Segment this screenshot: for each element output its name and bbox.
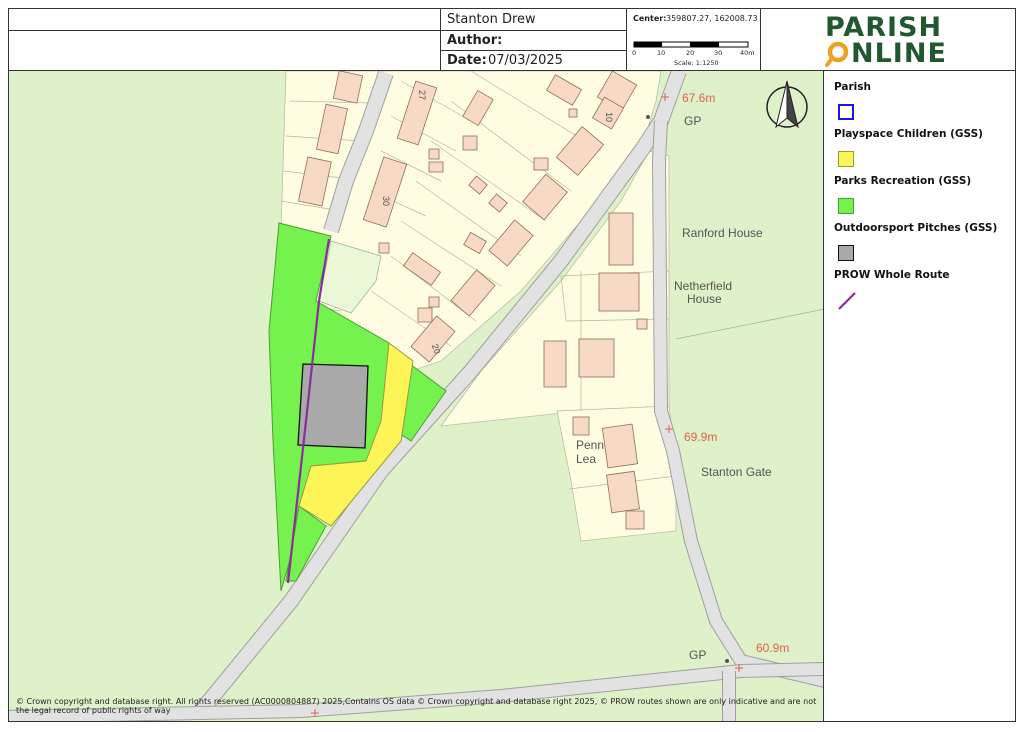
copyright-notice: © Crown copyright and database right. Al…	[16, 697, 817, 715]
outdoorsport-swatch	[838, 245, 854, 261]
scale-tick: 20	[686, 49, 695, 57]
divider	[9, 30, 441, 31]
place-label-netherfield: House	[687, 292, 722, 306]
legend-label-playspace: Playspace Children (GSS)	[834, 128, 983, 140]
blank-title-cell	[9, 9, 441, 70]
parish-online-logo: PARISH NLINE	[821, 11, 961, 69]
date-value: 07/03/2025	[488, 53, 563, 68]
house-number: 27	[417, 90, 427, 100]
center-value: 359807.27, 162008.73	[666, 14, 758, 23]
house-number: 30	[381, 196, 391, 206]
divider	[441, 30, 627, 31]
legend-label-prow: PROW Whole Route	[834, 269, 950, 281]
place-label-stanton-gate: Stanton Gate	[701, 465, 772, 479]
legend-label-parish: Parish	[834, 81, 872, 93]
legend-panel: Parish Playspace Children (GSS) Parks Re…	[823, 70, 1016, 722]
scale-bar	[633, 41, 749, 48]
scale-tick: 40m	[740, 49, 755, 57]
place-label-penn-lea: Lea	[576, 452, 596, 466]
legend-label-outdoorsport: Outdoorsport Pitches (GSS)	[834, 222, 998, 234]
scale-tick: 0	[632, 49, 637, 57]
spot-height-label: 67.6m	[682, 91, 715, 105]
gp-label: GP	[689, 648, 706, 662]
prow-swatch	[838, 292, 856, 310]
magnifier-icon	[825, 41, 849, 67]
date-label: Date:	[447, 53, 487, 68]
gp-label: GP	[684, 114, 701, 128]
legend-label-parks: Parks Recreation (GSS)	[834, 175, 972, 187]
map-header: Stanton Drew Author: Date: 07/03/2025 Ce…	[8, 8, 1016, 71]
map-svg[interactable]: 67.6m GP 10 27 30 20 Ranford House Nethe…	[9, 71, 824, 722]
spot-height-label: 69.9m	[684, 430, 717, 444]
logo-text-bottom: NLINE	[851, 38, 947, 69]
scale-tick: 10	[657, 49, 666, 57]
gp-marker	[646, 115, 650, 119]
author-label: Author:	[447, 33, 503, 48]
place-label-penn-lea: Penn	[576, 438, 604, 452]
place-label-ranford: Ranford House	[682, 226, 763, 240]
center-label: Center:	[633, 14, 667, 23]
site-name: Stanton Drew	[447, 12, 536, 27]
scale-tick: 30	[714, 49, 723, 57]
parish-swatch	[838, 104, 854, 120]
playspace-swatch	[838, 151, 854, 167]
scale-text: Scale: 1:1250	[674, 59, 719, 67]
gp-marker	[725, 659, 729, 663]
map-canvas[interactable]: 67.6m GP 10 27 30 20 Ranford House Nethe…	[8, 70, 824, 722]
divider	[441, 50, 627, 51]
parks-swatch	[838, 198, 854, 214]
place-label-netherfield: Netherfield	[674, 279, 732, 293]
spot-height-label: 60.9m	[756, 641, 789, 655]
house-number: 10	[604, 112, 614, 122]
